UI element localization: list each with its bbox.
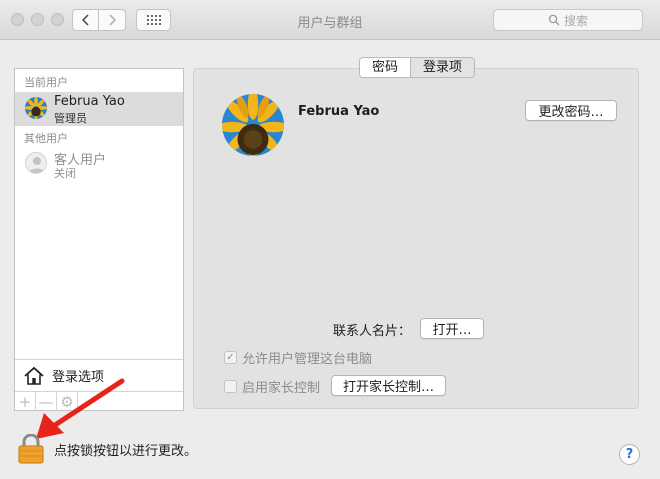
tab-login-items[interactable]: 登录项: [410, 58, 475, 77]
user-full-name: Februa Yao: [298, 104, 380, 119]
checkmark-icon: ✓: [224, 351, 237, 364]
title-bar: 用户与群组 搜索: [0, 0, 660, 40]
user-picture[interactable]: [222, 94, 284, 156]
search-field[interactable]: 搜索: [493, 9, 643, 31]
user-name: Februa Yao: [54, 94, 125, 109]
lock-message: 点按锁按钮以进行更改。: [54, 443, 198, 459]
search-icon: [548, 14, 560, 26]
user-role: 管理员: [54, 112, 87, 125]
lock-row: 点按锁按钮以进行更改。: [18, 434, 197, 464]
help-button[interactable]: ?: [619, 444, 640, 465]
lock-icon[interactable]: [18, 434, 44, 464]
current-users-label: 当前用户: [24, 76, 68, 89]
allow-admin-checkbox[interactable]: ✓ 允许用户管理这台电脑: [224, 348, 372, 367]
other-users-label: 其他用户: [24, 132, 68, 145]
open-contact-card-button[interactable]: 打开…: [420, 318, 484, 339]
person-icon: [25, 152, 47, 174]
guest-user-status: 关闭: [54, 167, 76, 180]
user-avatar: [25, 97, 47, 119]
parental-controls-checkbox[interactable]: 启用家长控制: [224, 377, 320, 396]
tab-bar: 密码 登录项: [359, 57, 476, 78]
contact-card-label: 联系人名片：: [333, 324, 412, 339]
empty-checkbox-icon: [224, 380, 237, 393]
user-row-guest[interactable]: 客人用户 关闭: [15, 147, 183, 181]
search-placeholder: 搜索: [563, 13, 588, 28]
user-list-sidebar: 当前用户 Februa Yao 管理员 其他用户 客人用户 关闭 登录选项 + …: [14, 68, 184, 411]
tab-password[interactable]: 密码: [360, 58, 410, 77]
parental-controls-label: 启用家长控制: [242, 381, 321, 396]
allow-admin-label: 允许用户管理这台电脑: [242, 352, 373, 367]
change-password-button[interactable]: 更改密码…: [525, 100, 617, 121]
open-parental-controls-button[interactable]: 打开家长控制…: [331, 375, 446, 396]
user-row-februa-yao[interactable]: Februa Yao 管理员: [15, 92, 183, 126]
